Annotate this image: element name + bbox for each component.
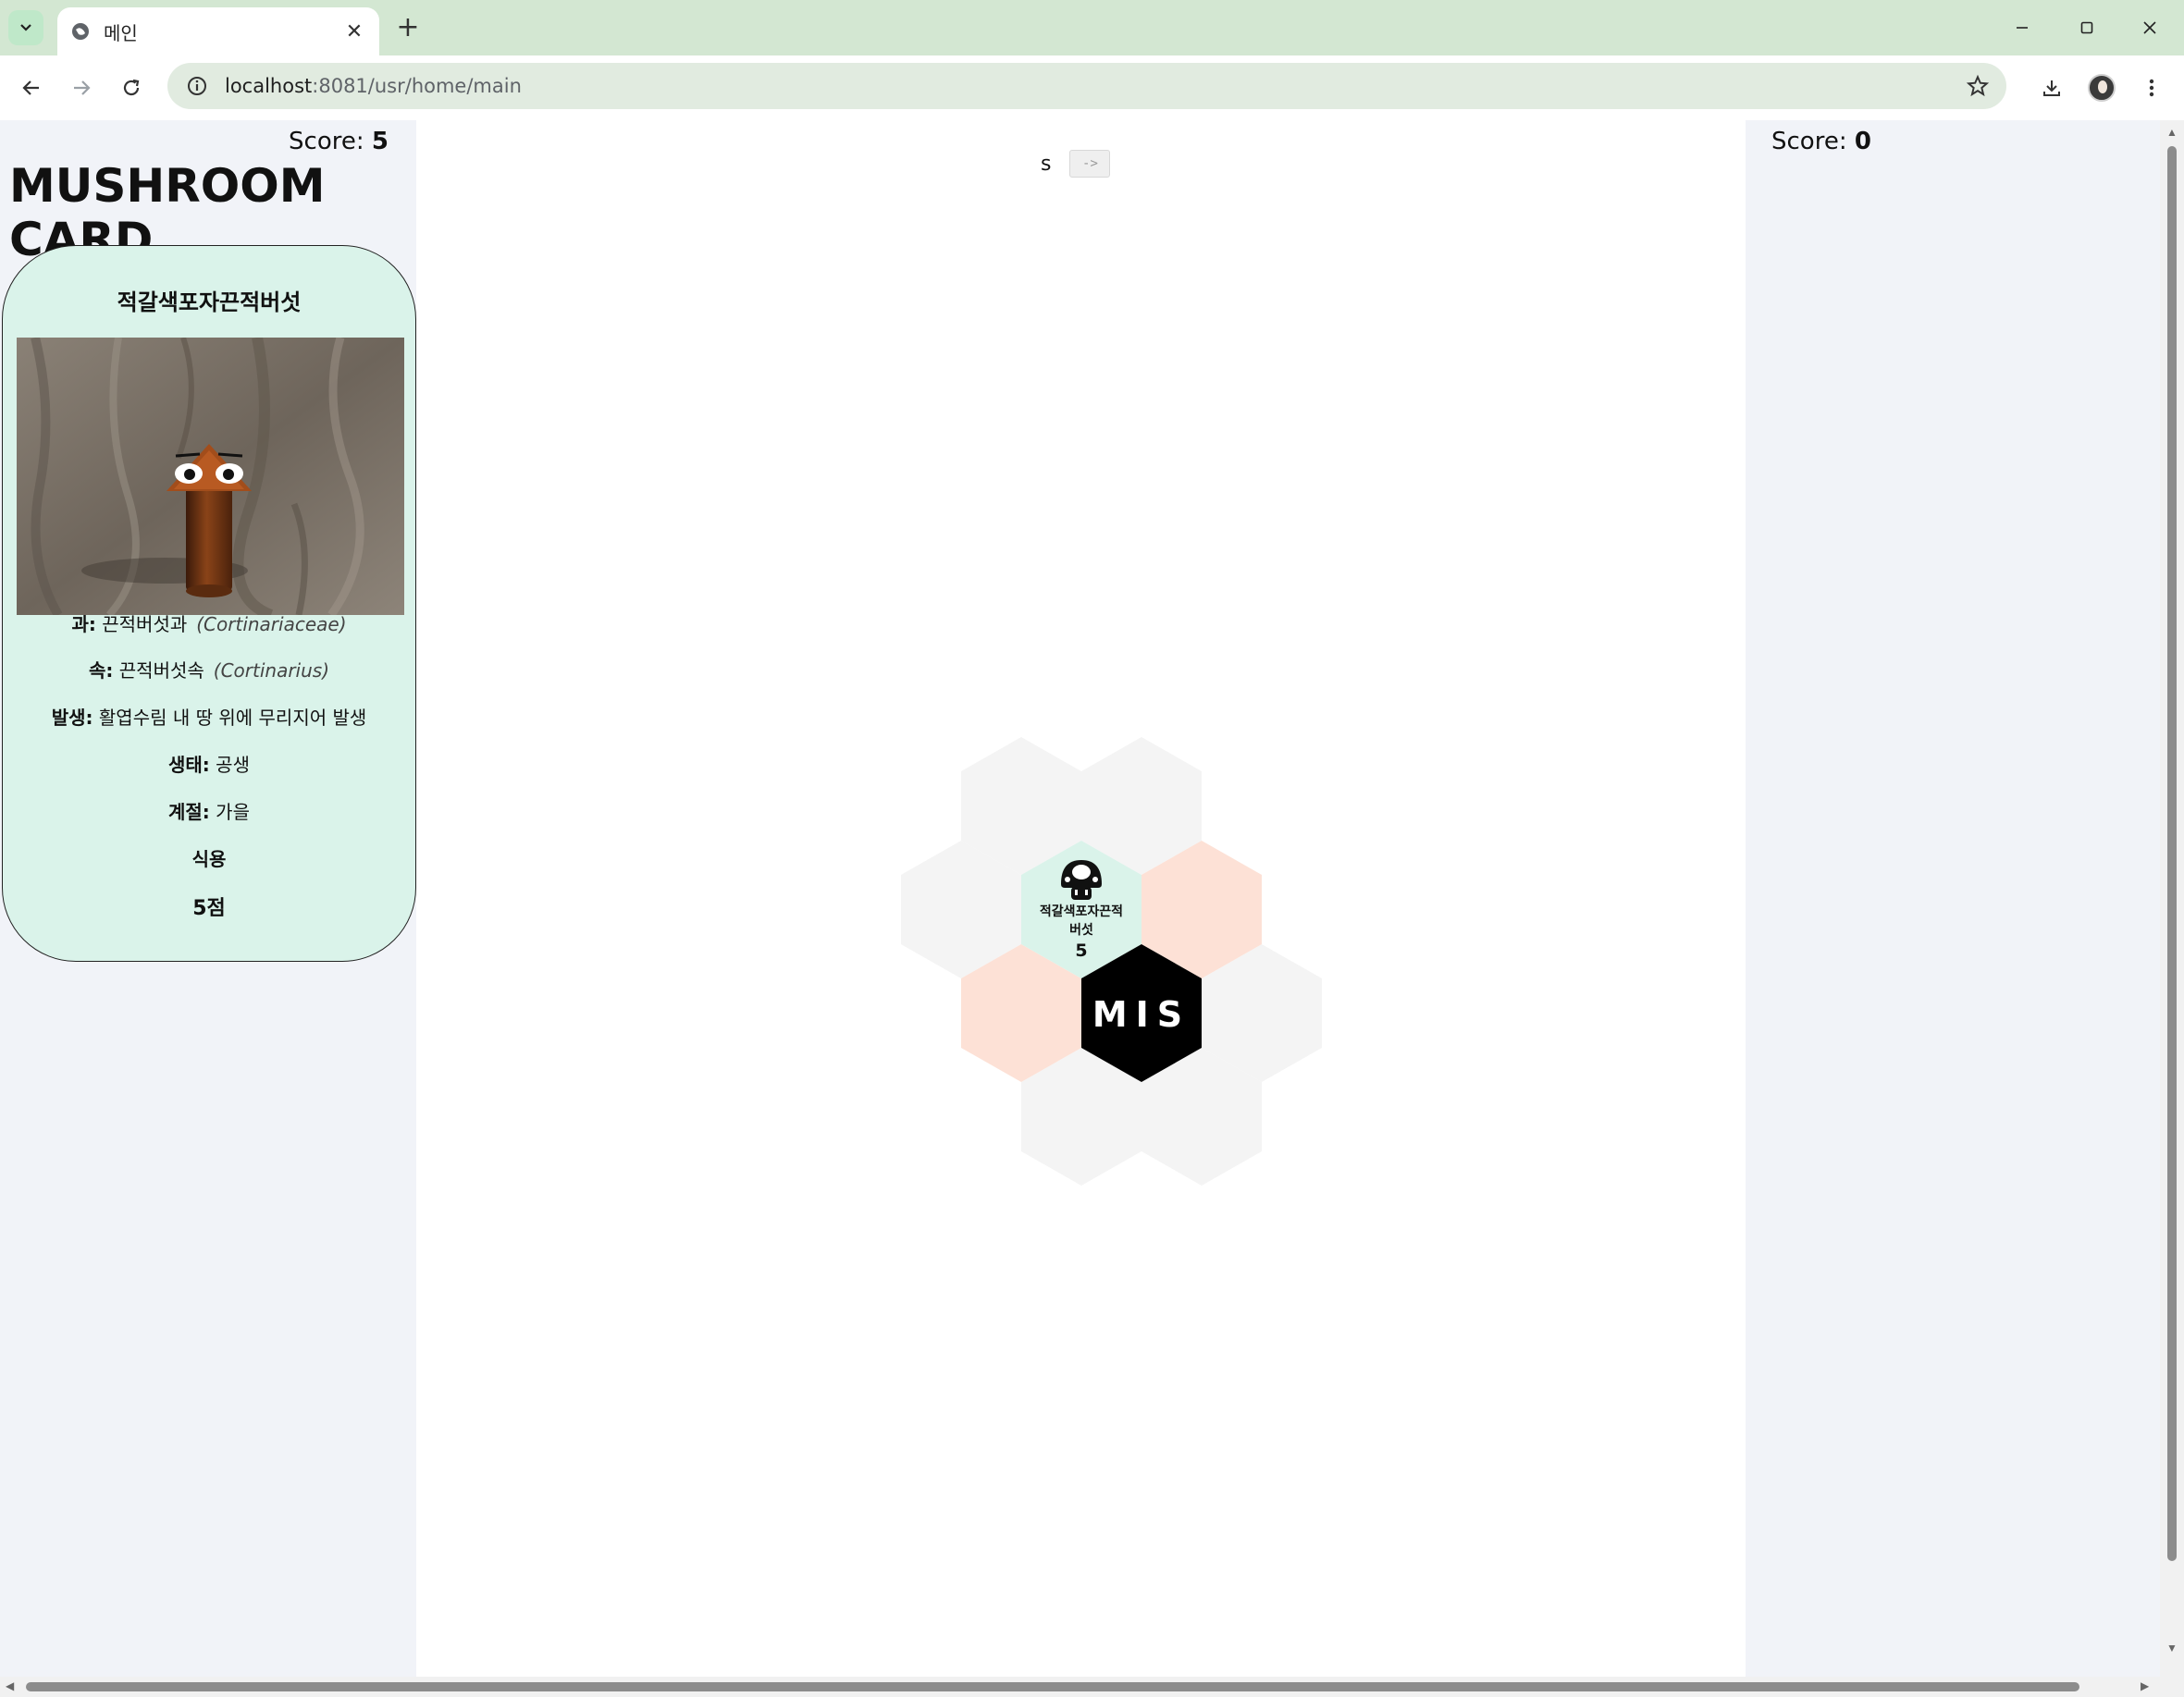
family-label: 과: bbox=[71, 613, 96, 635]
avatar bbox=[2088, 74, 2116, 102]
scroll-down-arrow-icon[interactable]: ▼ bbox=[2166, 1642, 2178, 1654]
chevron-down-icon bbox=[20, 24, 31, 31]
close-window-button[interactable] bbox=[2131, 13, 2168, 43]
left-panel: Score: 5 MUSHROOM CARD 적갈색포자끈적버섯 과: 끈적버섯… bbox=[0, 120, 416, 1677]
vertical-scroll-thumb[interactable] bbox=[2167, 146, 2177, 1561]
arrow-left-icon bbox=[22, 80, 39, 95]
url-path: :8081/usr/home/main bbox=[312, 75, 522, 97]
url-host: localhost bbox=[225, 75, 313, 97]
card-mushroom-name: 적갈색포자끈적버섯 bbox=[117, 289, 302, 315]
horizontal-scroll-thumb[interactable] bbox=[26, 1682, 2079, 1691]
site-info-icon[interactable] bbox=[186, 75, 208, 97]
back-button[interactable] bbox=[12, 68, 51, 107]
center-tile-text: MIS bbox=[1092, 994, 1191, 1035]
reload-button[interactable] bbox=[112, 68, 151, 107]
reload-icon bbox=[123, 79, 140, 96]
scroll-left-arrow-icon[interactable]: ◀ bbox=[6, 1679, 14, 1692]
placed-mushroom-name-line2: 버섯 bbox=[1069, 922, 1093, 938]
score-label: Score: bbox=[1771, 128, 1847, 155]
download-icon bbox=[2043, 80, 2060, 96]
tab-search-button[interactable] bbox=[8, 10, 43, 45]
browser-menu-button[interactable] bbox=[2132, 68, 2171, 107]
browser-tabbar: 메인 ✕ + bbox=[0, 0, 2184, 55]
close-icon bbox=[2143, 21, 2156, 34]
globe-icon bbox=[72, 23, 89, 40]
tab-title: 메인 bbox=[104, 21, 138, 44]
card-genus-row: 속: 끈적버섯속 (Cortinarius) bbox=[3, 656, 415, 682]
mushroom-illustration bbox=[17, 338, 404, 615]
address-bar[interactable]: localhost:8081/usr/home/main bbox=[167, 63, 2006, 109]
more-vert-icon bbox=[2149, 79, 2154, 97]
ecology-value: 공생 bbox=[216, 754, 250, 776]
opponent-score: Score: 0 bbox=[1771, 128, 1871, 155]
right-panel: Score: 0 bbox=[1746, 120, 2160, 1677]
family-value: 끈적버섯과 bbox=[102, 613, 188, 635]
card-season-row: 계절: 가을 bbox=[3, 797, 415, 824]
arrow-right-icon bbox=[74, 80, 91, 95]
season-value: 가을 bbox=[216, 801, 250, 823]
score-value: 5 bbox=[371, 128, 389, 155]
genus-latin: (Cortinarius) bbox=[213, 659, 329, 682]
bookmark-star-icon[interactable] bbox=[1966, 74, 1990, 98]
occurrence-label: 발생: bbox=[51, 707, 93, 729]
player-score: Score: 5 bbox=[289, 128, 389, 155]
minimize-button[interactable] bbox=[2004, 13, 2041, 43]
mushroom-card: 적갈색포자끈적버섯 과: 끈적버섯과 (Cortinariaceae) 속: 끈… bbox=[2, 245, 416, 962]
card-edibility: 식용 bbox=[191, 848, 227, 870]
hex-board: 적갈색포자끈적 버섯 5 MIS bbox=[901, 737, 1322, 1186]
browser-toolbar: localhost:8081/usr/home/main bbox=[0, 55, 2184, 120]
score-value: 0 bbox=[1854, 128, 1871, 155]
genus-value: 끈적버섯속 bbox=[118, 659, 204, 682]
tab-close-icon[interactable]: ✕ bbox=[342, 19, 366, 43]
new-tab-button[interactable]: + bbox=[392, 11, 424, 43]
family-latin: (Cortinariaceae) bbox=[196, 613, 347, 635]
horizontal-scrollbar[interactable]: ◀ ▶ bbox=[0, 1677, 2184, 1697]
occurrence-value: 활엽수림 내 땅 위에 무리지어 발생 bbox=[98, 707, 367, 729]
card-occurrence-row: 발생: 활엽수림 내 땅 위에 무리지어 발생 bbox=[3, 703, 415, 730]
score-label: Score: bbox=[289, 128, 364, 155]
card-ecology-row: 생태: 공생 bbox=[3, 750, 415, 777]
card-points: 5점 bbox=[192, 897, 226, 920]
mushroom-image bbox=[17, 338, 404, 615]
genus-label: 속: bbox=[89, 659, 114, 682]
placed-mushroom-points: 5 bbox=[1075, 941, 1087, 961]
page-content: Score: 5 MUSHROOM CARD 적갈색포자끈적버섯 과: 끈적버섯… bbox=[0, 120, 2184, 1677]
card-family-row: 과: 끈적버섯과 (Cortinariaceae) bbox=[3, 609, 415, 636]
forward-button[interactable] bbox=[62, 68, 101, 107]
profile-button[interactable] bbox=[2082, 68, 2121, 107]
placed-mushroom-name-line1: 적갈색포자끈적 bbox=[1040, 904, 1123, 919]
maximize-button[interactable] bbox=[2068, 13, 2105, 43]
downloads-button[interactable] bbox=[2032, 68, 2071, 107]
season-label: 계절: bbox=[168, 801, 210, 823]
browser-tab[interactable]: 메인 ✕ bbox=[57, 7, 379, 55]
minimize-icon bbox=[2017, 27, 2028, 29]
ecology-label: 생태: bbox=[168, 754, 210, 776]
game-board-area: s -> 적갈색포자끈적 버섯 5 MIS bbox=[416, 120, 1746, 1677]
vertical-scrollbar[interactable]: ▲ ▼ bbox=[2160, 120, 2184, 1677]
scroll-right-arrow-icon[interactable]: ▶ bbox=[2141, 1679, 2149, 1692]
maximize-icon bbox=[2080, 21, 2093, 34]
url-text: localhost:8081/usr/home/main bbox=[225, 75, 522, 97]
scroll-up-arrow-icon[interactable]: ▲ bbox=[2166, 126, 2178, 139]
